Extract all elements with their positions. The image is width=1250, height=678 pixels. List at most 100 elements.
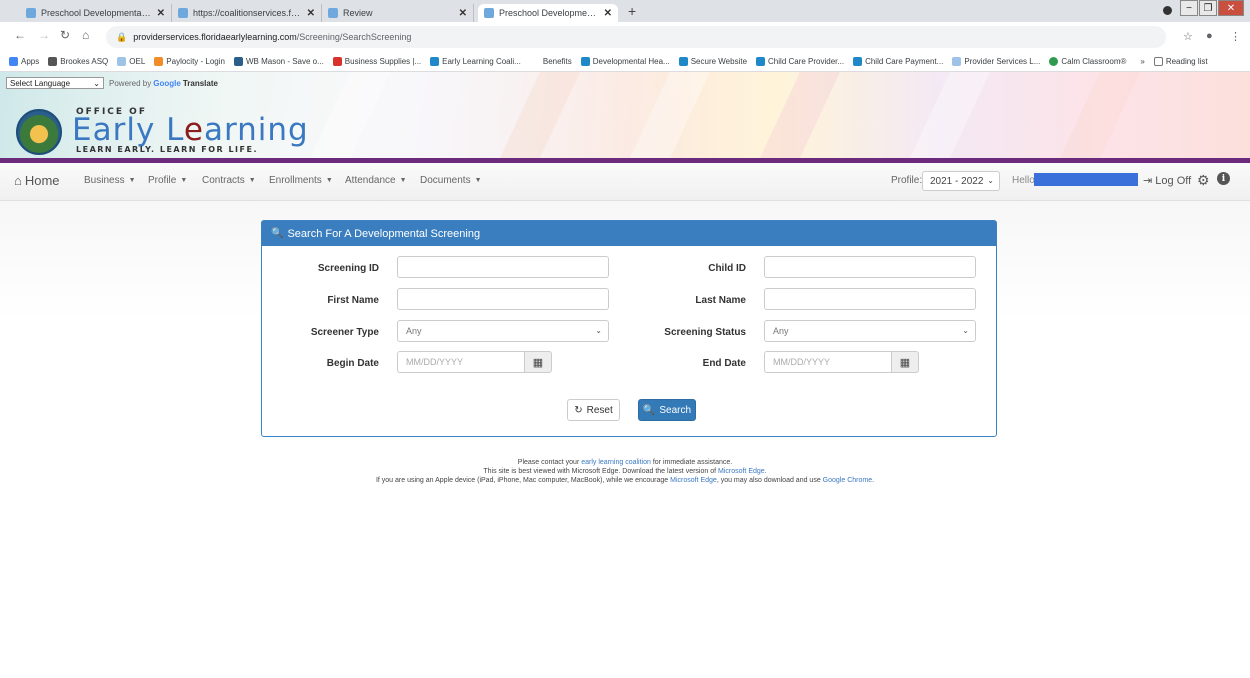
logoff-link[interactable]: ⇥ Log Off xyxy=(1143,174,1191,187)
bookmark-icon xyxy=(853,57,863,66)
home-browser-icon[interactable]: ⌂ xyxy=(82,28,89,42)
star-icon[interactable]: ☆ xyxy=(1183,30,1193,43)
bookmark[interactable]: Child Care Payment... xyxy=(853,57,943,66)
calendar-icon[interactable]: ▦ xyxy=(891,351,919,373)
bookmark[interactable]: OEL xyxy=(117,57,145,66)
reset-button[interactable]: ↻ Reset xyxy=(567,399,620,421)
screener-type-select[interactable]: Any ⌄ xyxy=(397,320,609,342)
nav-business[interactable]: Business ▼ xyxy=(84,175,136,186)
bookmark[interactable]: Benefits xyxy=(543,57,572,66)
logoff-icon: ⇥ xyxy=(1143,175,1153,187)
bookmark-label: Early Learning Coali... xyxy=(442,57,521,66)
browser-tab[interactable]: Review ✕ xyxy=(322,4,474,22)
edge-link[interactable]: Microsoft Edge xyxy=(718,468,765,475)
bookmark-label: Reading list xyxy=(1165,57,1208,66)
browser-tab[interactable]: Preschool Developmental Screen ✕ xyxy=(20,4,172,22)
window-close-icon[interactable]: ✕ xyxy=(1218,0,1244,16)
bookmark-icon xyxy=(580,57,590,66)
bookmark[interactable]: WB Mason - Save o... xyxy=(233,57,324,66)
tab-close-icon[interactable]: ✕ xyxy=(307,8,315,19)
info-icon[interactable]: i xyxy=(1217,172,1230,185)
bookmark-label: OEL xyxy=(129,57,146,66)
calendar-icon[interactable]: ▦ xyxy=(524,351,552,373)
new-tab-icon[interactable]: + xyxy=(628,3,636,19)
bookmark-apps[interactable]: Apps xyxy=(9,57,39,66)
nav-label: Business xyxy=(84,175,125,186)
bookmark[interactable]: Early Learning Coali... xyxy=(430,57,521,66)
end-date-input[interactable]: MM/DD/YYYY xyxy=(764,351,891,373)
bookmark[interactable]: Developmental Hea... xyxy=(580,57,670,66)
menu-icon[interactable]: ⋮ xyxy=(1230,30,1241,43)
address-bar-row: ← → ↻ ⌂ 🔒 providerservices.floridaearlyl… xyxy=(0,22,1250,52)
end-date-placeholder: MM/DD/YYYY xyxy=(773,357,831,367)
bookmark-icon xyxy=(756,57,766,66)
search-icon: 🔍 xyxy=(642,404,656,416)
search-button[interactable]: 🔍 Search xyxy=(638,399,696,421)
overflow-chevron-icon: » xyxy=(1140,57,1145,66)
profile-year-select[interactable]: 2021 - 2022 ⌄ xyxy=(922,171,1000,191)
bookmark[interactable]: Provider Services L... xyxy=(952,57,1040,66)
tab-close-icon[interactable]: ✕ xyxy=(157,8,165,19)
tab-close-icon[interactable]: ✕ xyxy=(459,8,467,19)
reading-list-icon xyxy=(1153,57,1163,66)
screening-id-input[interactable] xyxy=(397,256,609,278)
screening-status-value: Any xyxy=(773,326,789,336)
url-field[interactable]: 🔒 providerservices.floridaearlylearning.… xyxy=(106,26,1166,48)
nav-enrollments[interactable]: Enrollments ▼ xyxy=(269,175,333,186)
nav-profile[interactable]: Profile ▼ xyxy=(148,175,187,186)
minimize-icon[interactable]: − xyxy=(1180,0,1198,16)
banner-decoration xyxy=(309,72,391,158)
footer-text: for immediate assistance. xyxy=(650,459,733,466)
nav-attendance[interactable]: Attendance ▼ xyxy=(345,175,407,186)
footer-line: Please contact your early learning coali… xyxy=(0,458,1250,467)
bookmark-label: WB Mason - Save o... xyxy=(245,57,324,66)
florida-seal-logo xyxy=(16,109,62,155)
back-icon[interactable]: ← xyxy=(14,28,26,42)
bookmark-label: Brookes ASQ xyxy=(60,57,109,66)
reading-list[interactable]: Reading list xyxy=(1153,57,1208,66)
logo-title: Early Learning xyxy=(72,112,309,148)
footer-text: . xyxy=(764,468,767,475)
child-id-input[interactable] xyxy=(764,256,976,278)
screening-status-select[interactable]: Any ⌄ xyxy=(764,320,976,342)
nav-documents[interactable]: Documents ▼ xyxy=(420,175,482,186)
bookmark-label: Child Care Payment... xyxy=(865,57,944,66)
nav-home[interactable]: ⌂ Home xyxy=(14,173,60,188)
footer-text: , you may also download and use xyxy=(716,477,823,484)
reload-icon[interactable]: ↻ xyxy=(60,28,70,42)
bookmark-icon xyxy=(952,57,962,66)
footer-notice: Please contact your early learning coali… xyxy=(0,458,1250,485)
language-select[interactable]: Select Language ⌄ xyxy=(6,77,104,89)
caret-down-icon: ▼ xyxy=(474,177,482,184)
browser-tab[interactable]: https://coalitionservices.floridaea ✕ xyxy=(172,4,322,22)
tab-close-icon[interactable]: ✕ xyxy=(604,8,612,19)
bookmark[interactable]: Business Supplies |... xyxy=(332,57,421,66)
translate-label: Translate xyxy=(182,78,218,88)
bookmark-icon xyxy=(48,57,58,66)
profile-icon[interactable]: ● xyxy=(1206,30,1213,42)
begin-date-input[interactable]: MM/DD/YYYY xyxy=(397,351,524,373)
browser-tab-active[interactable]: Preschool Developmental Screen ✕ xyxy=(478,4,618,22)
bookmark[interactable]: Brookes ASQ xyxy=(48,57,108,66)
logo-tagline: LEARN EARLY. LEARN FOR LIFE. xyxy=(76,145,259,154)
last-name-input[interactable] xyxy=(764,288,976,310)
restore-icon[interactable]: ❐ xyxy=(1199,0,1217,16)
page-icon xyxy=(328,8,338,18)
logo-title-part: e xyxy=(183,112,204,148)
banner-decoration xyxy=(759,72,841,158)
chrome-link[interactable]: Google Chrome xyxy=(823,477,872,484)
bookmark[interactable]: Secure Website xyxy=(678,57,747,66)
first-name-input[interactable] xyxy=(397,288,609,310)
bookmarks-overflow[interactable]: » xyxy=(1140,57,1144,66)
bookmark-icon xyxy=(117,57,127,66)
bookmark[interactable]: Calm Classroom® xyxy=(1049,57,1126,66)
bookmark[interactable]: Paylocity - Login xyxy=(154,57,225,66)
lock-icon: 🔒 xyxy=(116,31,128,42)
gear-icon[interactable]: ⚙ xyxy=(1197,172,1210,189)
nav-contracts[interactable]: Contracts ▼ xyxy=(202,175,256,186)
forward-icon[interactable]: → xyxy=(38,28,50,42)
bookmark[interactable]: Child Care Provider... xyxy=(756,57,844,66)
edge-link[interactable]: Microsoft Edge xyxy=(670,477,717,484)
coalition-link[interactable]: early learning coalition xyxy=(581,459,651,466)
language-select-label: Select Language xyxy=(10,78,71,88)
